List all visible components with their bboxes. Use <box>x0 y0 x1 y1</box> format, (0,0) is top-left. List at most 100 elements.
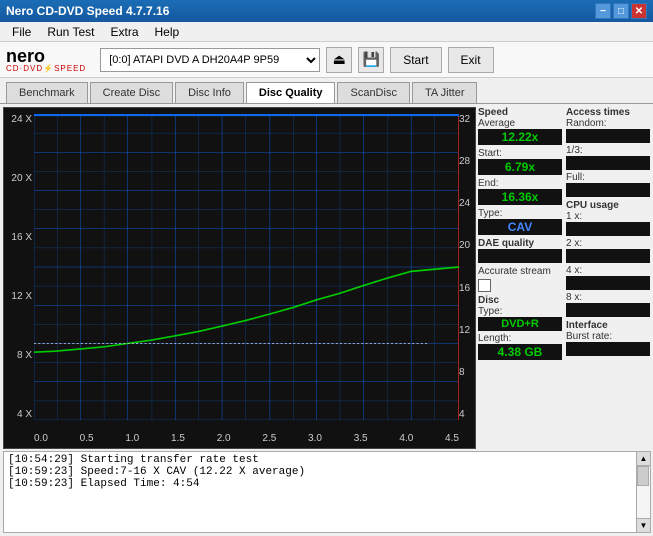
interface-section: Interface Burst rate: <box>566 320 650 356</box>
scroll-thumb[interactable] <box>637 466 649 486</box>
start-section: Start: 6.79x <box>478 148 562 175</box>
end-value: 16.36x <box>478 189 562 205</box>
average-value: 12.22x <box>478 129 562 145</box>
cpu-x2-label: 2 x: <box>566 238 650 249</box>
y-right-label: 12 <box>459 325 470 336</box>
disc-type-value: DVD+R <box>478 317 562 331</box>
x-axis: 0.0 0.5 1.0 1.5 2.0 2.5 3.0 3.5 4.0 4.5 <box>34 433 459 444</box>
save-button[interactable]: 💾 <box>358 47 384 73</box>
disc-label: Disc <box>478 295 562 306</box>
y-label: 16 X <box>11 232 32 243</box>
length-label: Length: <box>478 333 562 344</box>
minimize-button[interactable]: − <box>595 3 611 19</box>
nero-logo: nero CD·DVD⚡SPEED <box>6 47 86 73</box>
y-right-label: 24 <box>459 198 470 209</box>
x-label: 0.0 <box>34 433 48 444</box>
tab-ta-jitter[interactable]: TA Jitter <box>412 82 478 103</box>
random-label: Random: <box>566 118 650 129</box>
burst-rate-label: Burst rate: <box>566 331 650 342</box>
exit-button[interactable]: Exit <box>448 47 494 73</box>
y-label: 8 X <box>17 350 32 361</box>
type-section: Type: CAV <box>478 208 562 235</box>
chart-svg <box>34 114 459 420</box>
x-label: 3.5 <box>354 433 368 444</box>
titlebar: Nero CD-DVD Speed 4.7.7.16 − □ ✕ <box>0 0 653 22</box>
dae-quality-label: DAE quality <box>478 238 562 249</box>
speed-section: Speed Average 12.22x <box>478 107 562 145</box>
right-stats-col: Access times Random: 1/3: Full: CPU usag… <box>566 107 650 360</box>
menu-file[interactable]: File <box>4 23 39 41</box>
end-label: End: <box>478 178 562 189</box>
x-label: 1.0 <box>125 433 139 444</box>
nero-brand-text: nero <box>6 47 86 65</box>
cpu-x1-value <box>566 222 650 236</box>
close-button[interactable]: ✕ <box>631 3 647 19</box>
tab-disc-quality[interactable]: Disc Quality <box>246 82 336 103</box>
accurate-stream-checkbox-row <box>478 279 562 292</box>
menu-extra[interactable]: Extra <box>102 23 146 41</box>
menubar: File Run Test Extra Help <box>0 22 653 42</box>
y-label: 20 X <box>11 173 32 184</box>
scroll-down-button[interactable]: ▼ <box>637 518 651 532</box>
y-label: 4 X <box>17 409 32 420</box>
log-scrollbar[interactable]: ▲ ▼ <box>636 452 650 532</box>
y-label: 24 X <box>11 114 32 125</box>
disc-type-label: Type: <box>478 306 562 317</box>
x-label: 4.0 <box>399 433 413 444</box>
x-label: 3.0 <box>308 433 322 444</box>
window-controls: − □ ✕ <box>595 3 647 19</box>
eject-button[interactable]: ⏏ <box>326 47 352 73</box>
burst-rate-value <box>566 342 650 356</box>
full-value <box>566 183 650 197</box>
interface-header: Interface <box>566 320 650 331</box>
dae-quality-section: DAE quality <box>478 238 562 263</box>
cpu-x4-value <box>566 276 650 290</box>
y-right-label: 16 <box>459 283 470 294</box>
cpu-x8-label: 8 x: <box>566 292 650 303</box>
type-value: CAV <box>478 219 562 235</box>
x-label: 4.5 <box>445 433 459 444</box>
random-value <box>566 129 650 143</box>
log-line: [10:54:29] Starting transfer rate test <box>8 454 632 466</box>
x-label: 2.0 <box>217 433 231 444</box>
type-label: Type: <box>478 208 562 219</box>
toolbar: nero CD·DVD⚡SPEED [0:0] ATAPI DVD A DH20… <box>0 42 653 78</box>
one-third-value <box>566 156 650 170</box>
menu-help[interactable]: Help <box>147 23 188 41</box>
start-value: 6.79x <box>478 159 562 175</box>
accurate-stream-section: Accurate stream <box>478 266 562 292</box>
log-line: [10:59:23] Elapsed Time: 4:54 <box>8 478 632 490</box>
tab-benchmark[interactable]: Benchmark <box>6 82 88 103</box>
scroll-track <box>637 466 651 518</box>
maximize-button[interactable]: □ <box>613 3 629 19</box>
window-title: Nero CD-DVD Speed 4.7.7.16 <box>6 4 595 18</box>
access-times-header: Access times <box>566 107 650 118</box>
log-text: [10:54:29] Starting transfer rate test [… <box>4 452 636 532</box>
average-label: Average <box>478 118 562 129</box>
length-value: 4.38 GB <box>478 344 562 360</box>
stats-columns: Speed Average 12.22x Start: 6.79x End: 1… <box>478 107 650 360</box>
drive-selector[interactable]: [0:0] ATAPI DVD A DH20A4P 9P59 <box>100 48 320 72</box>
speed-label: Speed <box>478 107 562 118</box>
start-button[interactable]: Start <box>390 47 441 73</box>
menu-run-test[interactable]: Run Test <box>39 23 102 41</box>
accurate-stream-checkbox[interactable] <box>478 279 491 292</box>
y-label: 12 X <box>11 291 32 302</box>
x-label: 0.5 <box>80 433 94 444</box>
scroll-up-button[interactable]: ▲ <box>637 452 651 466</box>
disc-section: Disc Type: DVD+R Length: 4.38 GB <box>478 295 562 360</box>
tab-create-disc[interactable]: Create Disc <box>90 82 173 103</box>
end-section: End: 16.36x <box>478 178 562 205</box>
accurate-stream-label: Accurate stream <box>478 266 562 277</box>
y-right-label: 28 <box>459 156 470 167</box>
log-line: [10:59:23] Speed:7-16 X CAV (12.22 X ave… <box>8 466 632 478</box>
y-axis-right: 32 28 24 20 16 12 8 4 <box>459 114 473 420</box>
dae-quality-value <box>478 249 562 263</box>
x-label: 1.5 <box>171 433 185 444</box>
tab-scan-disc[interactable]: ScanDisc <box>337 82 409 103</box>
y-right-label: 20 <box>459 240 470 251</box>
y-right-label: 4 <box>459 409 465 420</box>
tab-disc-info[interactable]: Disc Info <box>175 82 244 103</box>
full-label: Full: <box>566 172 650 183</box>
x-label: 2.5 <box>262 433 276 444</box>
